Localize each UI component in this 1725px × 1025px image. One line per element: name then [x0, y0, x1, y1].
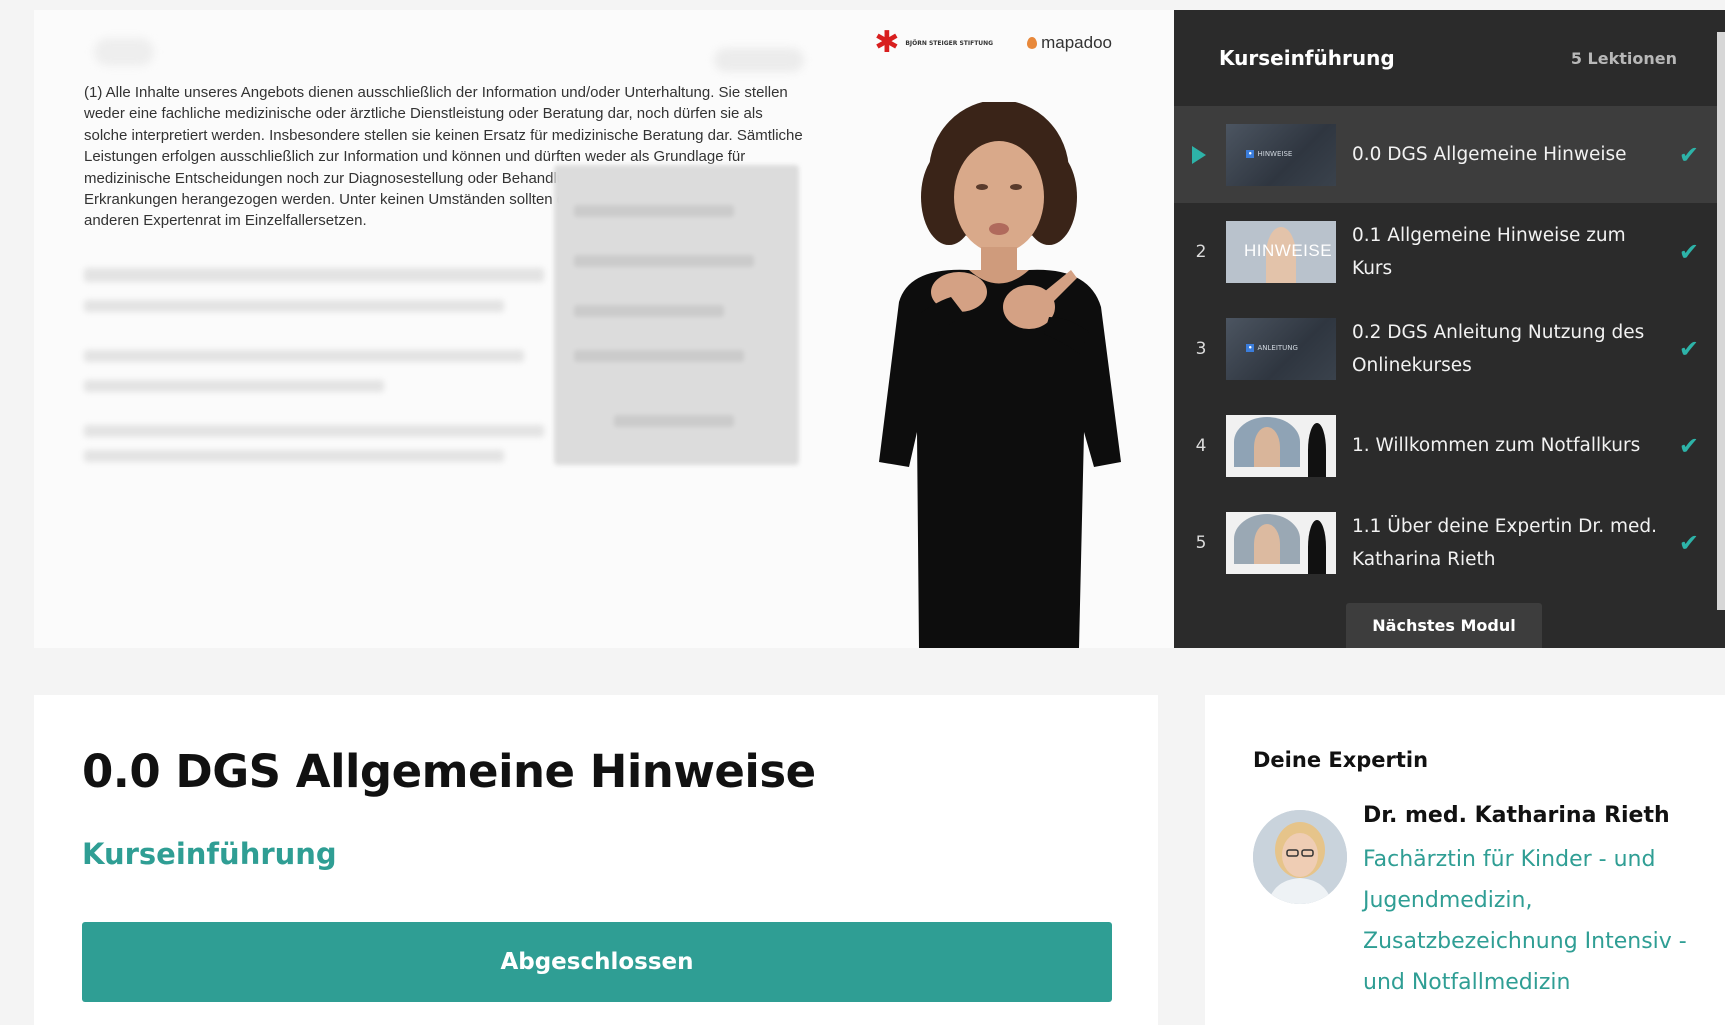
checkmark-icon: ✔ [1678, 528, 1699, 557]
checkmark-icon: ✔ [1678, 237, 1699, 266]
lesson-thumbnail: HINWEISE [1226, 220, 1336, 283]
expert-specialty: Fachärztin für Kinder - und Jugendmedizi… [1363, 847, 1687, 995]
course-link[interactable]: Kurseinführung [82, 837, 337, 871]
drop-icon [1027, 37, 1038, 49]
playlist-item-title: 0.0 DGS Allgemeine Hinweise [1352, 144, 1627, 165]
avatar [1253, 810, 1347, 904]
playlist-item-title: 1. Willkommen zum Notfallkurs [1352, 435, 1641, 456]
sign-language-interpreter [879, 102, 1121, 648]
play-icon [1192, 145, 1206, 164]
checkmark-icon: ✔ [1678, 431, 1699, 460]
blurred-text-line [84, 425, 544, 437]
playlist-item-title: 0.1 Allgemeine Hinweise zum Kurs [1352, 224, 1626, 279]
playlist-title: Kurseinführung [1219, 46, 1395, 70]
expert-card: Deine Expertin Dr. med. Katharina Rieth … [1205, 695, 1725, 1025]
mapadoo-logo-text: mapadoo [1041, 33, 1112, 52]
steiger-stiftung-logo: ✱ BJÖRN STEIGER STIFTUNG [874, 28, 993, 58]
blurred-background-element [94, 38, 154, 66]
lesson-thumbnail: • ANLEITUNG [1226, 317, 1336, 380]
lesson-title: 0.0 DGS Allgemeine Hinweise [82, 745, 816, 798]
playlist-item-number: 4 [1195, 435, 1207, 456]
playlist-item[interactable]: 3 • ANLEITUNG 0.2 DGS Anleitung Nutzung d… [1174, 300, 1725, 397]
mapadoo-logo: mapadoo [1027, 33, 1112, 53]
next-module-button[interactable]: Nächstes Modul [1346, 603, 1542, 648]
playlist-item[interactable]: 4 1. Willkommen zum Notfallkurs ✔ [1174, 397, 1725, 494]
blurred-text-line [84, 380, 384, 392]
expert-heading: Deine Expertin [1253, 748, 1429, 772]
playlist-item[interactable]: 2 HINWEISE 0.1 Allgemeine Hinweise zum K… [1174, 203, 1725, 300]
lesson-playlist: Kurseinführung 5 Lektionen • HINWEISE 0.0… [1174, 10, 1725, 648]
blurred-background-element [714, 48, 804, 72]
lesson-thumbnail [1226, 511, 1336, 574]
playlist-header: Kurseinführung 5 Lektionen [1174, 10, 1725, 106]
checkmark-icon: ✔ [1678, 334, 1699, 363]
completed-button[interactable]: Abgeschlossen [82, 922, 1112, 1002]
playlist-item[interactable]: 5 1.1 Über deine Expertin Dr. med. Katha… [1174, 494, 1725, 591]
lesson-thumbnail: • HINWEISE [1226, 123, 1336, 186]
star-icon: ✱ [874, 25, 900, 60]
blurred-text-line [84, 268, 544, 282]
video-player[interactable]: ✱ BJÖRN STEIGER STIFTUNG mapadoo (1) All… [34, 10, 1174, 648]
video-logos: ✱ BJÖRN STEIGER STIFTUNG mapadoo [874, 28, 1112, 58]
blurred-text-line [84, 450, 504, 462]
lesson-info-card: 0.0 DGS Allgemeine Hinweise Kurseinführu… [34, 695, 1158, 1025]
playlist-item-number: 3 [1195, 338, 1207, 359]
playlist-item-number: 5 [1195, 532, 1207, 553]
playlist-item-title: 1.1 Über deine Expertin Dr. med. Kathari… [1352, 515, 1658, 570]
blurred-text-line [84, 350, 524, 362]
expert-name[interactable]: Dr. med. Katharina Rieth [1363, 803, 1670, 828]
playlist-item-title: 0.2 DGS Anleitung Nutzung des Onlinekurs… [1352, 321, 1645, 376]
lesson-count: 5 Lektionen [1570, 48, 1677, 68]
blurred-text-line [84, 300, 504, 312]
steiger-logo-text: BJÖRN STEIGER STIFTUNG [905, 39, 994, 47]
lesson-thumbnail [1226, 414, 1336, 477]
playlist-scrollbar[interactable] [1717, 32, 1725, 610]
playlist-item[interactable]: • HINWEISE 0.0 DGS Allgemeine Hinweise ✔ [1174, 106, 1725, 203]
checkmark-icon: ✔ [1678, 140, 1699, 169]
blurred-slide-panel [554, 165, 799, 465]
playlist-item-number: 2 [1195, 241, 1207, 262]
